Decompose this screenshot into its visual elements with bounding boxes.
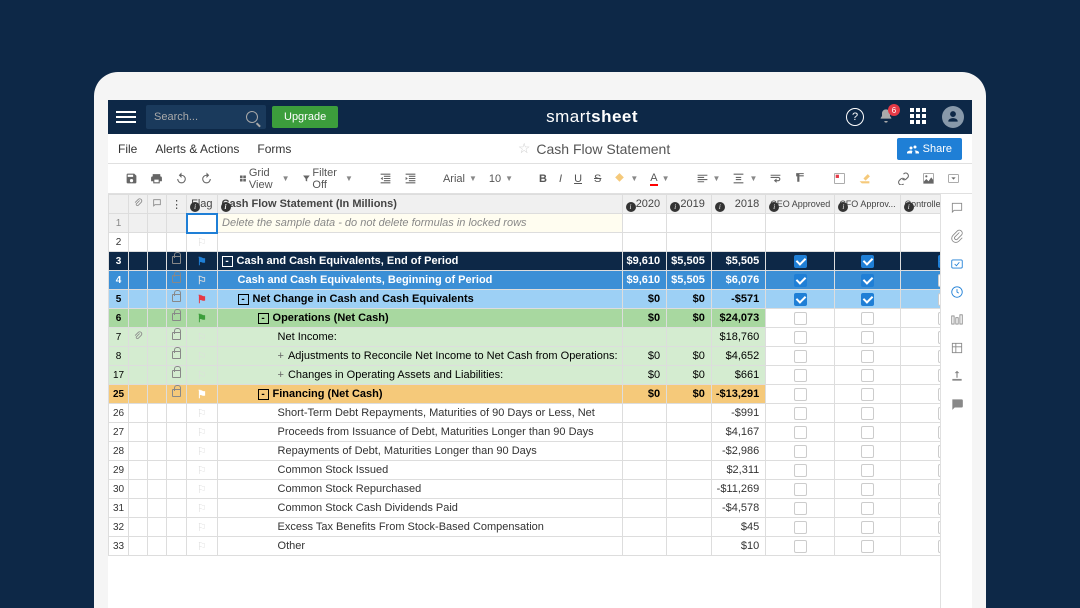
table-row[interactable]: 26 ⚐ Short-Term Debt Repayments, Maturit…	[109, 404, 941, 423]
notifications-icon[interactable]: 6	[878, 108, 896, 126]
table-row[interactable]: 17 ⚐ +Changes in Operating Assets and Li…	[109, 366, 941, 385]
apps-icon[interactable]	[910, 108, 928, 126]
topbar-actions: ? 6	[846, 106, 964, 128]
underline-icon[interactable]: U	[569, 170, 587, 188]
table-row[interactable]: 5 ⚑ -Net Change in Cash and Cash Equival…	[109, 290, 941, 309]
font-select[interactable]: Arial▼	[438, 170, 482, 188]
table-row[interactable]: 8 ⚐ +Adjustments to Reconcile Net Income…	[109, 347, 941, 366]
search-placeholder: Search...	[154, 111, 246, 123]
sheet-grid[interactable]: ⋮ Flagi Cash Flow Statement (In Millions…	[108, 194, 940, 608]
topbar: Search... Upgrade smartsheet ? 6	[108, 100, 972, 134]
summary2-icon[interactable]	[949, 340, 965, 356]
publish-icon[interactable]	[949, 368, 965, 384]
align-icon[interactable]: ▼	[691, 169, 726, 188]
image-icon[interactable]	[917, 169, 940, 188]
help-icon[interactable]: ?	[846, 108, 864, 126]
outdent-icon[interactable]	[374, 169, 397, 188]
redo-icon[interactable]	[195, 169, 218, 188]
notification-badge: 6	[888, 104, 900, 116]
indent-icon[interactable]	[399, 169, 422, 188]
table-row[interactable]: 1 Delete the sample data - do not delete…	[109, 214, 941, 233]
sheet-area: ⋮ Flagi Cash Flow Statement (In Millions…	[108, 194, 972, 608]
table-row[interactable]: 27 ⚐ Proceeds from Issuance of Debt, Mat…	[109, 423, 941, 442]
table-row[interactable]: 2 ⚐	[109, 233, 941, 252]
share-button[interactable]: Share	[897, 138, 962, 160]
save-icon[interactable]	[120, 169, 143, 188]
menu-forms[interactable]: Forms	[257, 142, 291, 156]
dropdown-icon[interactable]	[942, 169, 965, 188]
summary-icon[interactable]	[949, 312, 965, 328]
highlight-icon[interactable]	[853, 169, 876, 188]
table-row[interactable]: 32 ⚐ Excess Tax Benefits From Stock-Base…	[109, 518, 941, 537]
sheet-title: ☆ Cash Flow Statement	[309, 140, 878, 157]
brand-logo: smartsheet	[344, 107, 840, 127]
lock-icon[interactable]: ▼	[967, 169, 972, 188]
table-row[interactable]: 29 ⚐ Common Stock Issued $2,311	[109, 461, 941, 480]
proof-icon[interactable]	[949, 256, 965, 272]
table-row[interactable]: 4 ⚐ Cash and Cash Equivalents, Beginning…	[109, 271, 941, 290]
print-icon[interactable]	[145, 169, 168, 188]
strike-icon[interactable]: S	[589, 170, 606, 188]
table-row[interactable]: 25 ⚑ -Financing (Net Cash) $0 $0 -$13,29…	[109, 385, 941, 404]
valign-icon[interactable]: ▼	[727, 169, 762, 188]
favorite-icon[interactable]: ☆	[518, 140, 531, 157]
link-icon[interactable]	[892, 169, 915, 188]
table-row[interactable]: 7 ⚐ Net Income: $18,760	[109, 328, 941, 347]
bold-icon[interactable]: B	[534, 170, 552, 188]
italic-icon[interactable]: I	[554, 170, 567, 188]
textcolor-icon[interactable]: A▼	[645, 169, 674, 189]
table-row[interactable]: 6 ⚑ -Operations (Net Cash) $0 $0 $24,073	[109, 309, 941, 328]
toolbar: Grid View▼ Filter Off▼ Arial▼ 10▼ B I U …	[108, 164, 972, 194]
app-window: Search... Upgrade smartsheet ? 6 File Al…	[108, 100, 972, 608]
search-icon	[246, 111, 258, 123]
activity-icon[interactable]	[949, 284, 965, 300]
avatar[interactable]	[942, 106, 964, 128]
chat-icon[interactable]	[949, 396, 965, 412]
search-input[interactable]: Search...	[146, 105, 266, 129]
menu-icon[interactable]	[116, 107, 136, 127]
filter-button[interactable]: Filter Off▼	[297, 164, 358, 194]
table-row[interactable]: 28 ⚐ Repayments of Debt, Maturities Long…	[109, 442, 941, 461]
gridview-button[interactable]: Grid View▼	[234, 164, 295, 194]
menu-file[interactable]: File	[118, 142, 137, 156]
comments-icon[interactable]	[949, 200, 965, 216]
wrap-icon[interactable]	[764, 169, 787, 188]
device-frame: Search... Upgrade smartsheet ? 6 File Al…	[94, 72, 986, 608]
fillcolor-icon[interactable]: ▼	[608, 169, 643, 188]
upgrade-button[interactable]: Upgrade	[272, 106, 338, 128]
table-row[interactable]: 3 ⚑ -Cash and Cash Equivalents, End of P…	[109, 252, 941, 271]
menu-alerts[interactable]: Alerts & Actions	[155, 142, 239, 156]
table-row[interactable]: 33 ⚐ Other $10	[109, 537, 941, 556]
attachments-icon[interactable]	[949, 228, 965, 244]
fontsize-select[interactable]: 10▼	[484, 170, 518, 188]
table-row[interactable]: 30 ⚐ Common Stock Repurchased -$11,269	[109, 480, 941, 499]
conditional-format-icon[interactable]	[828, 169, 851, 188]
table-row[interactable]: 31 ⚐ Common Stock Cash Dividends Paid -$…	[109, 499, 941, 518]
right-rail	[940, 194, 972, 608]
format-icon[interactable]	[789, 169, 812, 188]
undo-icon[interactable]	[170, 169, 193, 188]
menubar: File Alerts & Actions Forms ☆ Cash Flow …	[108, 134, 972, 164]
